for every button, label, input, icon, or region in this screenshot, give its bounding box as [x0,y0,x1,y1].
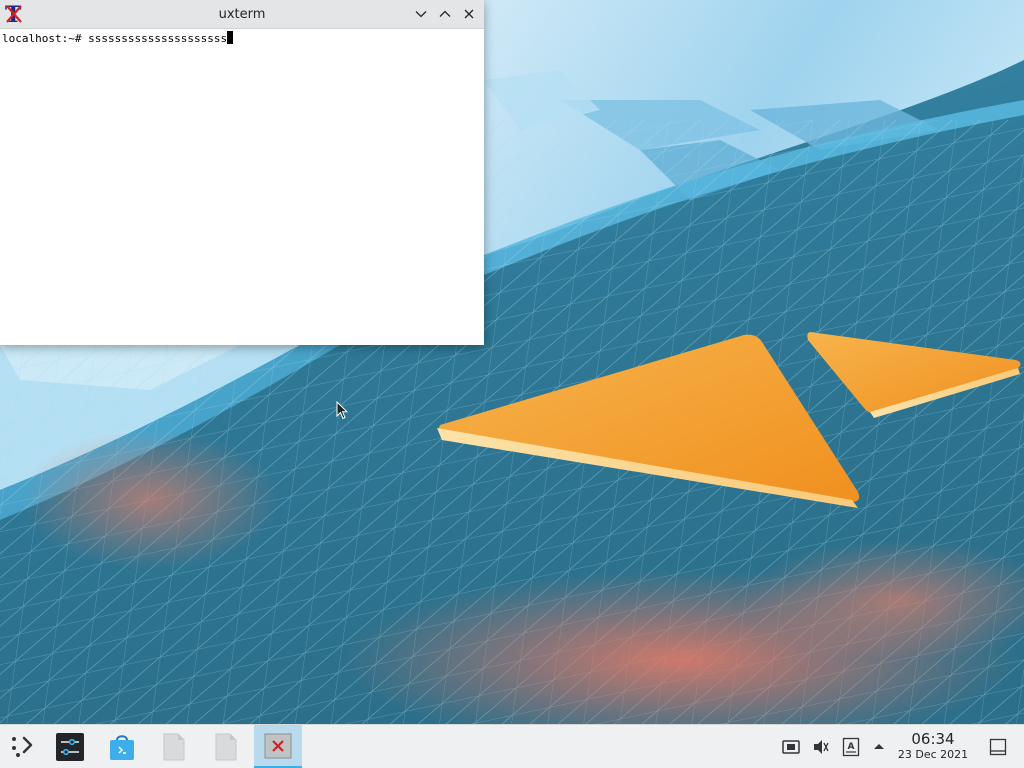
terminal-input: sssssssssssssssssssss [88,32,228,45]
terminal-area[interactable]: localhost:~# sssssssssssssssssssss [0,29,484,345]
network-icon[interactable] [779,725,803,768]
terminal-prompt: localhost:~# [2,32,89,45]
volume-muted-icon[interactable] [809,725,833,768]
show-desktop-icon[interactable] [986,725,1010,768]
close-icon[interactable] [459,4,479,24]
taskbar: A 06:34 23 Dec 2021 [0,724,1024,768]
uxterm-window[interactable]: T uxterm localhost:~# ssssssssssssssssss… [0,0,484,345]
xterm-app-icon[interactable]: T [3,2,25,28]
maximize-icon[interactable] [435,4,455,24]
discover-store-icon[interactable] [102,725,142,768]
file-icon[interactable] [206,725,246,768]
terminal-cursor [227,31,234,44]
svg-text:A: A [848,742,855,752]
tray-expand-icon[interactable] [869,725,889,768]
clock-date: 23 Dec 2021 [897,748,969,761]
keyboard-layout-icon[interactable]: A [839,725,863,768]
application-launcher-icon[interactable] [4,725,40,768]
clock[interactable]: 06:34 23 Dec 2021 [893,730,973,762]
clock-time: 06:34 [911,730,955,748]
system-settings-icon[interactable] [50,725,90,768]
xterm-task-icon[interactable] [254,725,302,768]
mouse-pointer-icon [336,401,348,420]
file-icon[interactable] [154,725,194,768]
window-titlebar[interactable]: T uxterm [0,0,484,29]
minimize-icon[interactable] [411,4,431,24]
